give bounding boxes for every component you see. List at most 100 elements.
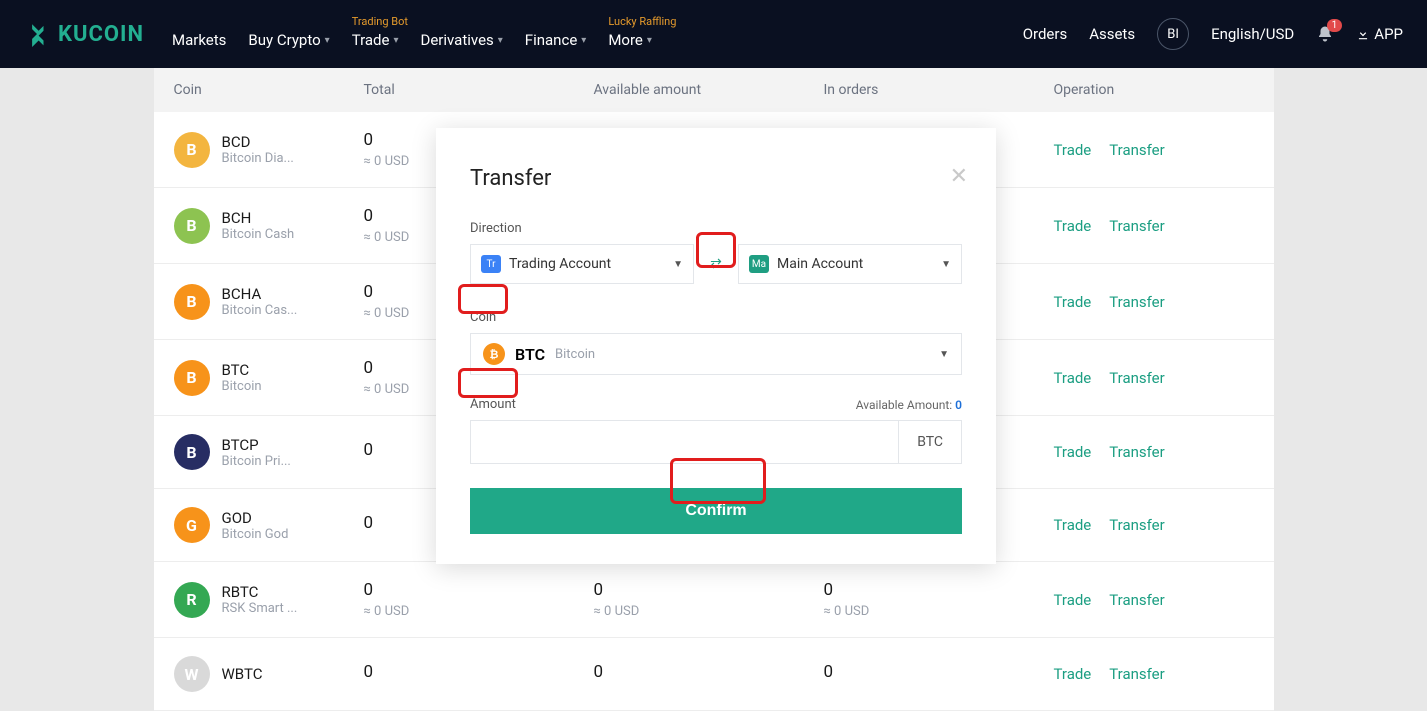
modal-title: Transfer	[470, 166, 962, 191]
coin-name: Bitcoin God	[222, 527, 289, 542]
kucoin-logo-icon	[24, 21, 50, 47]
chevron-down-icon: ▾	[393, 35, 398, 46]
transfer-link[interactable]: Transfer	[1109, 443, 1164, 461]
to-account-select[interactable]: Ma Main Account ▼	[738, 244, 962, 284]
nav-label: Assets	[1089, 25, 1135, 43]
coin-name: Bitcoin Cash	[222, 227, 295, 242]
transfer-link[interactable]: Transfer	[1109, 369, 1164, 387]
transfer-link[interactable]: Transfer	[1109, 665, 1164, 683]
trade-link[interactable]: Trade	[1054, 369, 1092, 387]
coin-cell: B BTCP Bitcoin Pri...	[174, 434, 364, 470]
right-nav: Orders Assets BI English/USD 1 APP	[1023, 18, 1403, 50]
notification-badge: 1	[1327, 19, 1343, 32]
coin-icon: R	[174, 582, 210, 618]
in-orders-value: 0	[824, 580, 1054, 600]
nav-language[interactable]: English/USD	[1211, 25, 1294, 43]
operations-cell: Trade Transfer	[1054, 217, 1254, 235]
coin-name: Bitcoin Pri...	[222, 454, 291, 469]
transfer-modal: Transfer ✕ Direction Tr Trading Account …	[436, 128, 996, 564]
table-header-row: Coin Total Available amount In orders Op…	[154, 68, 1274, 112]
available-cell: 0	[594, 662, 824, 686]
confirm-button[interactable]: Confirm	[470, 488, 962, 534]
amount-unit: BTC	[898, 421, 961, 463]
trade-link[interactable]: Trade	[1054, 443, 1092, 461]
transfer-link[interactable]: Transfer	[1109, 141, 1164, 159]
nav-trade[interactable]: Trading BotTrade▾	[352, 19, 399, 49]
trade-link[interactable]: Trade	[1054, 665, 1092, 683]
transfer-link[interactable]: Transfer	[1109, 217, 1164, 235]
chevron-down-icon: ▼	[673, 259, 683, 270]
direction-row: Tr Trading Account ▼ ⇄ Ma Main Account ▼	[470, 244, 962, 284]
nav-more[interactable]: Lucky RafflingMore▾	[608, 19, 652, 49]
coin-cell: G GOD Bitcoin God	[174, 507, 364, 543]
coin-cell: B BCD Bitcoin Dia...	[174, 132, 364, 168]
coin-select[interactable]: ₿ BTC Bitcoin ▼	[470, 333, 962, 375]
nav-orders[interactable]: Orders	[1023, 25, 1068, 43]
total-sub: ≈ 0 USD	[364, 604, 594, 619]
amount-input[interactable]	[471, 421, 898, 463]
available-value: 0	[594, 580, 824, 600]
nav-markets[interactable]: Markets	[172, 19, 226, 49]
transfer-link[interactable]: Transfer	[1109, 293, 1164, 311]
coin-name: Bitcoin	[222, 379, 262, 394]
operations-cell: Trade Transfer	[1054, 141, 1254, 159]
transfer-link[interactable]: Transfer	[1109, 591, 1164, 609]
from-account-select[interactable]: Tr Trading Account ▼	[470, 244, 694, 284]
available-label: Available Amount:	[856, 398, 952, 412]
close-button[interactable]: ✕	[950, 164, 968, 189]
trade-link[interactable]: Trade	[1054, 516, 1092, 534]
nav-finance[interactable]: Finance▾	[525, 19, 587, 49]
trade-link[interactable]: Trade	[1054, 141, 1092, 159]
nav-derivatives[interactable]: Derivatives▾	[421, 19, 503, 49]
coin-fullname: Bitcoin	[555, 347, 595, 362]
coin-icon: B	[174, 360, 210, 396]
coin-icon: G	[174, 507, 210, 543]
col-header-coin: Coin	[174, 82, 364, 98]
table-row: W WBTC 0 0 0 Trade Transfer	[154, 638, 1274, 711]
col-header-available: Available amount	[594, 82, 824, 98]
coin-name: RSK Smart ...	[222, 601, 298, 616]
direction-label: Direction	[470, 221, 522, 236]
amount-input-wrap: BTC	[470, 420, 962, 464]
coin-cell: R RBTC RSK Smart ...	[174, 582, 364, 618]
notifications-button[interactable]: 1	[1316, 25, 1334, 43]
chevron-down-icon: ▾	[647, 35, 652, 46]
chevron-down-icon: ▼	[941, 259, 951, 270]
table-row: R RBTC RSK Smart ... 0 ≈ 0 USD 0 ≈ 0 USD…	[154, 562, 1274, 638]
nav-label: More	[608, 31, 643, 49]
in-orders-cell: 0	[824, 662, 1054, 686]
brand-text: KUCOIN	[58, 22, 144, 47]
coin-symbol: BTCP	[222, 436, 291, 454]
main-nav: Markets Buy Crypto▾ Trading BotTrade▾ De…	[172, 19, 652, 49]
coin-icon: B	[174, 132, 210, 168]
nav-label: Buy Crypto	[248, 31, 320, 49]
available-sub: ≈ 0 USD	[594, 604, 824, 619]
trade-link[interactable]: Trade	[1054, 217, 1092, 235]
nav-label: Derivatives	[421, 31, 494, 49]
nav-assets[interactable]: Assets	[1089, 25, 1135, 43]
to-account-tag: Ma	[749, 255, 769, 273]
nav-superscript: Trading Bot	[352, 15, 408, 28]
from-account-tag: Tr	[481, 255, 501, 273]
coin-name: Bitcoin Dia...	[222, 151, 294, 166]
brand-logo[interactable]: KUCOIN	[24, 21, 144, 47]
coin-icon: B	[174, 208, 210, 244]
operations-cell: Trade Transfer	[1054, 369, 1254, 387]
amount-label: Amount	[470, 397, 516, 412]
operations-cell: Trade Transfer	[1054, 443, 1254, 461]
transfer-link[interactable]: Transfer	[1109, 516, 1164, 534]
coin-symbol: RBTC	[222, 583, 298, 601]
coin-symbol: BCD	[222, 133, 294, 151]
swap-direction-button[interactable]: ⇄	[694, 244, 738, 284]
trade-link[interactable]: Trade	[1054, 293, 1092, 311]
user-avatar[interactable]: BI	[1157, 18, 1189, 50]
in-orders-cell: 0 ≈ 0 USD	[824, 580, 1054, 619]
trade-link[interactable]: Trade	[1054, 591, 1092, 609]
nav-buy-crypto[interactable]: Buy Crypto▾	[248, 19, 329, 49]
swap-icon: ⇄	[710, 256, 722, 272]
coin-cell: B BTC Bitcoin	[174, 360, 364, 396]
coin-symbol: BCHA	[222, 285, 298, 303]
col-header-total: Total	[364, 82, 594, 98]
nav-app-download[interactable]: APP	[1356, 25, 1403, 43]
total-value: 0	[364, 662, 594, 682]
